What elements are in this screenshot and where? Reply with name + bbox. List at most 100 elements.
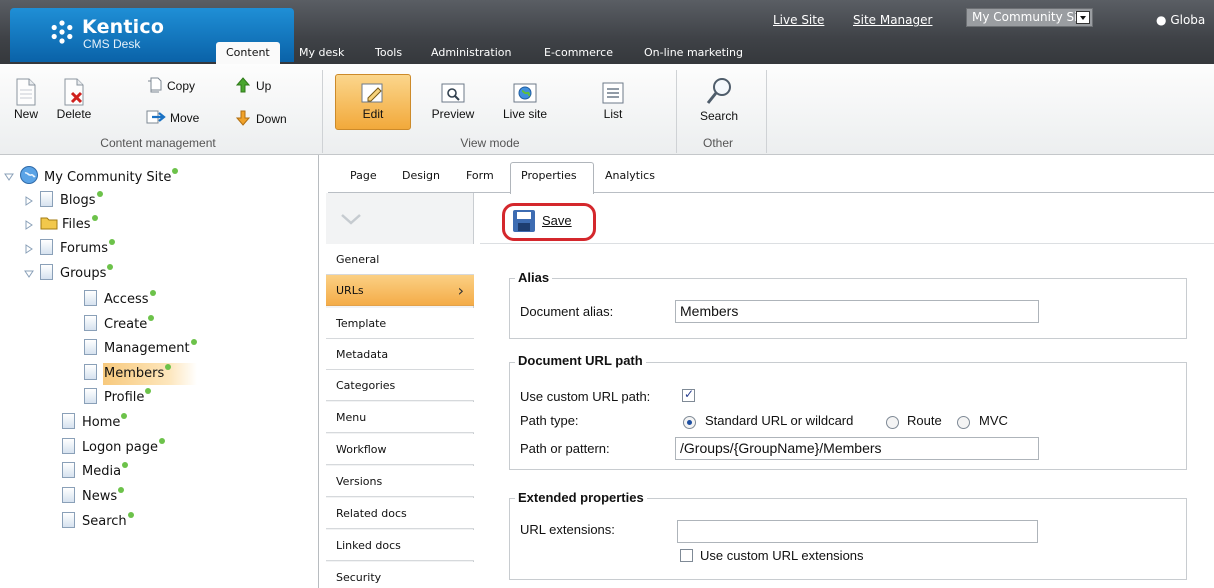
tree-node-management[interactable]: Management [84,339,197,359]
radio-mvc[interactable] [957,416,970,429]
preview-button[interactable]: Preview [424,80,482,121]
save-floppy-icon[interactable] [513,210,535,232]
chevron-down-icon[interactable] [1076,11,1090,24]
document-icon [84,290,97,306]
url-path-section-title: Document URL path [515,353,646,368]
brand-name: Kentico [82,16,165,38]
document-icon [40,239,53,255]
tree-node-create[interactable]: Create [84,315,155,335]
list-button[interactable]: List [593,80,633,121]
path-pattern-input[interactable]: /Groups/{GroupName}/Members [675,437,1039,460]
up-label: Up [256,79,272,93]
nav-general[interactable]: General [326,244,474,275]
live-site-link[interactable]: Live Site [773,13,824,27]
tree-node-forums[interactable]: Forums [40,239,115,259]
live-site-button[interactable]: Live site [495,80,555,121]
tree-node-label: Create [104,317,148,332]
status-dot [190,339,197,345]
tree-node-home[interactable]: Home [62,413,128,433]
tree-node-root[interactable]: My Community Site [19,165,179,185]
url-extensions-input[interactable] [677,520,1038,543]
use-custom-url-checkbox[interactable] [682,387,695,402]
tree-node-label: Members [104,366,165,381]
collapse-arrow-icon[interactable] [24,269,34,279]
move-button[interactable]: Move [146,110,199,125]
tree-node-files[interactable]: Files [40,215,98,235]
tab-page[interactable]: Page [350,169,377,182]
radio-route[interactable] [886,416,899,429]
nav-metadata[interactable]: Metadata [326,339,474,370]
status-dot [159,438,166,444]
tree-node-members[interactable]: Members [84,364,172,384]
expand-arrow-icon[interactable] [24,196,34,206]
status-dot [118,487,125,493]
edit-label: Edit [362,107,384,121]
list-icon [602,82,624,104]
copy-button[interactable]: Copy [146,77,195,93]
document-alias-label: Document alias: [520,304,614,319]
new-button[interactable]: New [8,78,44,121]
collapse-arrow-icon[interactable] [4,172,14,182]
expand-arrow-icon[interactable] [24,244,34,254]
tab-analytics[interactable]: Analytics [605,169,655,182]
nav-linked-docs[interactable]: Linked docs [326,530,474,561]
nav-menu[interactable]: Menu [326,402,474,433]
document-icon [84,315,97,331]
delete-document-icon [64,78,84,106]
tree-node-logon-page[interactable]: Logon page [62,438,166,458]
tree-node-news[interactable]: News [62,487,125,507]
nav-workflow[interactable]: Workflow [326,434,474,465]
down-label: Down [256,112,287,126]
tab-online-marketing[interactable]: On-line marketing [644,42,743,64]
tab-properties[interactable]: Properties [521,169,577,182]
tree-node-search[interactable]: Search [62,512,134,532]
tree-node-groups[interactable]: Groups [40,264,114,284]
down-button[interactable]: Down [235,110,287,126]
nav-versions[interactable]: Versions [326,466,474,497]
page-tabs-bar [328,157,1214,193]
tab-design[interactable]: Design [402,169,440,182]
tab-administration[interactable]: Administration [431,42,512,64]
status-dot [149,290,156,296]
other-group-label: Other [702,136,733,150]
ribbon-separator [766,70,767,153]
document-icon [40,191,53,207]
delete-button[interactable]: Delete [51,78,97,121]
tab-form[interactable]: Form [466,169,494,182]
tab-tools[interactable]: Tools [375,42,402,64]
tree-node-profile[interactable]: Profile [84,388,152,408]
status-dot [121,413,128,419]
edit-button[interactable]: Edit [349,80,397,121]
path-type-label: Path type: [520,413,579,428]
nav-categories[interactable]: Categories [326,370,474,401]
document-alias-input[interactable]: Members [675,300,1039,323]
tree-node-blogs[interactable]: Blogs [40,191,103,211]
tab-my-desk[interactable]: My desk [299,42,344,64]
url-extensions-label: URL extensions: [520,522,615,537]
nav-urls[interactable]: URLs [326,275,474,306]
radio-standard-url[interactable] [683,416,696,429]
tab-content[interactable]: Content [216,42,280,64]
nav-related-docs[interactable]: Related docs [326,498,474,529]
tree-node-media[interactable]: Media [62,462,129,482]
folder-icon [40,217,58,230]
expand-arrow-icon[interactable] [24,220,34,230]
use-custom-url-extensions-label: Use custom URL extensions [700,548,864,563]
nav-security[interactable]: Security [326,562,474,588]
arrow-down-icon [235,110,251,126]
move-label: Move [170,111,200,125]
document-icon [84,388,97,404]
site-manager-link[interactable]: Site Manager [853,13,932,27]
use-custom-url-extensions-checkbox[interactable] [680,549,693,562]
nav-template[interactable]: Template [326,308,474,339]
chevron-down-icon[interactable] [340,213,362,225]
search-button[interactable]: Search [692,76,746,123]
up-button[interactable]: Up [235,77,272,93]
user-menu[interactable]: ● Globa [1156,13,1205,27]
site-selector[interactable]: My Community Site [966,8,1093,27]
save-button[interactable]: Save [542,213,572,228]
user-icon: ● [1156,13,1167,27]
tree-node-access[interactable]: Access [84,290,156,310]
copy-label: Copy [167,79,196,93]
tab-e-commerce[interactable]: E-commerce [544,42,613,64]
